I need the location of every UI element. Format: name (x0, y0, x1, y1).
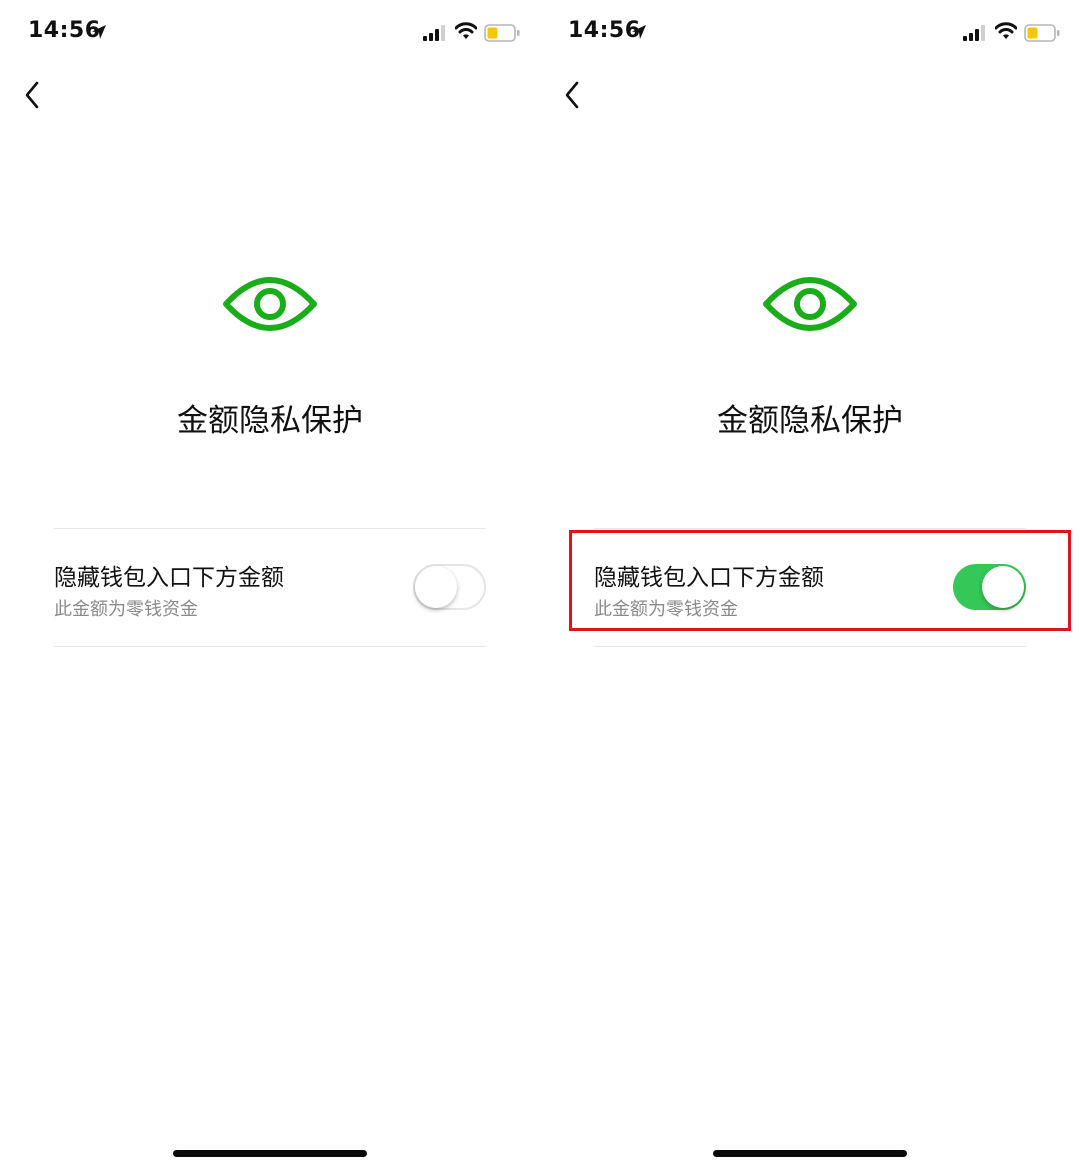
back-chevron-icon[interactable] (18, 76, 54, 114)
battery-icon (1024, 24, 1060, 42)
screen-after: 14:56 金额隐私保护 隐藏钱包入口下方金额 此金额为零钱资金 (540, 0, 1080, 1169)
status-time: 14:56 (568, 18, 641, 43)
wifi-icon (455, 22, 477, 39)
location-arrow-icon (632, 25, 646, 39)
hide-amount-toggle[interactable] (413, 564, 486, 610)
highlight-annotation-box (569, 530, 1071, 631)
status-bar: 14:56 (0, 0, 540, 66)
status-time: 14:56 (28, 18, 101, 43)
battery-icon (484, 24, 520, 42)
signal-icon (963, 25, 985, 41)
page-title: 金额隐私保护 (717, 403, 903, 439)
wifi-icon (995, 22, 1017, 39)
eye-icon (223, 277, 317, 331)
signal-icon (423, 25, 445, 41)
back-chevron-icon[interactable] (558, 76, 594, 114)
setting-subtitle: 此金额为零钱资金 (54, 599, 198, 620)
setting-title: 隐藏钱包入口下方金额 (54, 565, 284, 591)
status-bar: 14:56 (540, 0, 1080, 66)
toggle-knob (415, 566, 457, 608)
eye-icon (763, 277, 857, 331)
screen-before: 14:56 金额隐私保护 隐藏钱包入口下方金额 此金额为零钱资金 (0, 0, 540, 1169)
page-title: 金额隐私保护 (177, 403, 363, 439)
divider (54, 646, 486, 647)
setting-row-hide-amount: 隐藏钱包入口下方金额 此金额为零钱资金 (54, 529, 486, 646)
home-indicator[interactable] (713, 1150, 907, 1157)
divider (594, 646, 1026, 647)
home-indicator[interactable] (173, 1150, 367, 1157)
location-arrow-icon (92, 25, 106, 39)
